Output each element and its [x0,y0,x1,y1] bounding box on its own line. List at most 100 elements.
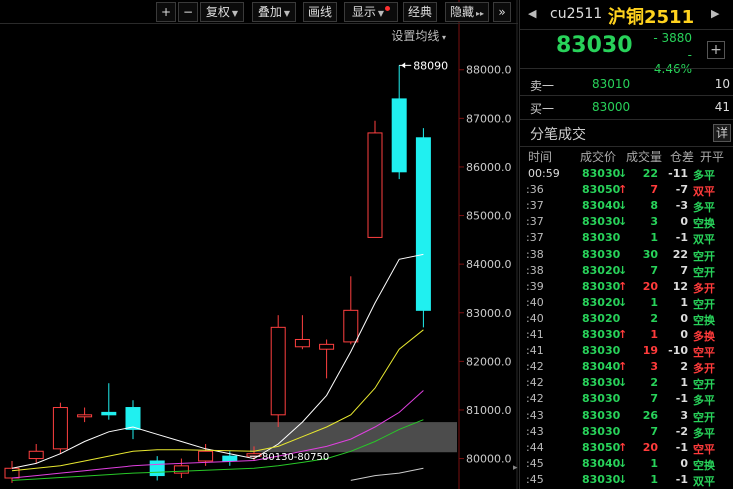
tick-oi-change: -1 [675,392,688,406]
classic-button[interactable]: 经典 [403,2,437,22]
tick-type: 空平 [693,346,715,360]
candle-body [391,98,407,173]
candle-body [125,407,141,430]
draw-line-button[interactable]: 画线 [303,2,337,22]
y-tick-label: 83000.0 [466,307,512,320]
tick-oi-change: -1 [675,472,688,486]
tick-oi-change: -1 [675,231,688,245]
col-volume: 成交量 [626,150,663,164]
tick-price: 83030 [582,424,621,438]
scroll-right-icon[interactable]: ▸ [513,463,518,473]
tick-time: :45 [526,472,544,486]
tick-volume: 7 [650,263,658,277]
tick-row: :37 83040 ↓ 8 -3 多平 [520,198,733,214]
y-tick-label: 80000.0 [466,453,512,466]
tick-volume: 26 [642,408,658,422]
y-tick-label: 88000.0 [466,64,512,77]
tick-row: :38 83030 30 22 空开 [520,247,733,263]
tick-type: 多开 [693,362,715,376]
tick-arrow-icon: ↑ [618,360,628,374]
tick-volume: 3 [650,215,658,229]
candle-body [198,450,214,462]
tick-row: :42 83030 7 -1 多平 [520,391,733,407]
adjust-button[interactable]: 复权 ▼ [200,2,244,22]
tick-volume: 1 [650,456,658,470]
tick-oi-change: 3 [680,408,688,422]
y-tick-label: 86000.0 [466,161,512,174]
prev-symbol-icon[interactable]: ◀ [528,7,536,20]
tick-oi-change: 0 [680,328,688,341]
tick-arrow-icon: ↓ [618,167,628,180]
zoom-in-button[interactable]: + [156,2,176,22]
tick-time: :41 [526,344,544,358]
tick-volume: 7 [650,392,658,406]
tick-type: 空平 [693,442,715,456]
y-tick-label: 84000.0 [466,258,512,271]
ask-price: 83010 [592,77,631,91]
ma-settings-dropdown[interactable]: 设置均线 ▾ [391,27,446,44]
tick-price: 83030 [582,167,621,180]
tick-row: :37 83030 1 -1 双平 [520,230,733,246]
next-symbol-icon[interactable]: ▶ [711,7,719,20]
tick-row: :37 83030 ↓ 3 0 空换 [520,214,733,230]
tick-price: 83030 [582,472,621,486]
tick-type: 空换 [693,217,715,231]
col-open-close: 开平 [700,150,725,164]
range-band [250,422,457,453]
tick-row: :41 83030 ↑ 1 0 多换 [520,327,733,343]
tick-type: 双平 [693,233,715,247]
candle-body [28,450,44,460]
tick-row: :43 83030 26 3 空开 [520,408,733,424]
candle-body [222,455,238,462]
tick-row: 00:59 83030 ↓ 22 -11 多平 [520,166,733,182]
tick-oi-change: -1 [675,440,688,454]
ticks-header: 时间 成交价 成交量 仓差 开平 [520,147,733,165]
tick-volume: 2 [650,376,658,390]
overlay-button[interactable]: 叠加 ▼ [252,2,296,22]
tick-time: :37 [526,231,544,245]
hide-button[interactable]: 隐藏 ▸▸ [445,2,489,22]
candle-body [101,411,117,416]
kline-chart-area[interactable]: 88000.0 87000.0 86000.0 85000.0 84000.0 83000… [0,0,518,489]
tick-row: :39 83030 ↑ 20 12 多开 [520,279,733,295]
add-watchlist-button[interactable]: + [707,41,725,59]
tick-time: :38 [526,263,544,277]
tick-arrow-icon: ↓ [618,376,628,390]
tick-oi-change: 7 [680,263,688,277]
tick-price: 83030 [582,328,621,341]
price-change-percent: - 4.46% [653,48,692,76]
tick-time: :42 [526,392,544,406]
col-price: 成交价 [580,150,617,164]
quote-header: ◀ cu2511 沪铜2511 ▶ [520,0,733,30]
chevron-down-icon: ▼ [231,9,239,18]
divider [520,119,733,120]
tick-oi-change: 1 [680,376,688,390]
quote-panel: ◀ cu2511 沪铜2511 ▶ 83030 - 3880 - 4.46% +… [519,0,733,489]
tick-oi-change: 0 [680,311,688,325]
tick-price: 83040 [582,199,621,213]
tick-type: 多平 [693,169,715,182]
divider [520,95,733,96]
tick-time: :39 [526,279,544,293]
tick-volume: 7 [650,424,658,438]
tick-type: 空换 [693,458,715,472]
tick-oi-change: -7 [675,183,688,197]
tick-time: :42 [526,360,544,374]
tick-price: 83030 [582,231,621,245]
tick-volume: 2 [650,311,658,325]
tick-type: 多换 [693,330,715,343]
tick-time: :44 [526,440,544,454]
tick-row: :42 83030 ↓ 2 1 空开 [520,375,733,391]
tick-volume: 1 [650,295,658,309]
kline-chart-svg[interactable]: 88000.0 87000.0 86000.0 85000.0 84000.0 83000… [0,0,518,489]
tick-oi-change: 0 [680,215,688,229]
zoom-out-button[interactable]: − [178,2,198,22]
more-button[interactable]: » [493,2,511,22]
divider [520,29,733,30]
tick-type: 空开 [693,249,715,263]
display-button[interactable]: 显示 ▼ [344,2,398,22]
tick-volume: 30 [642,247,658,261]
tick-row: :44 83050 ↑ 20 -1 空平 [520,440,733,456]
tick-arrow-icon: ↓ [618,215,628,229]
detail-button[interactable]: 详 [713,124,731,142]
